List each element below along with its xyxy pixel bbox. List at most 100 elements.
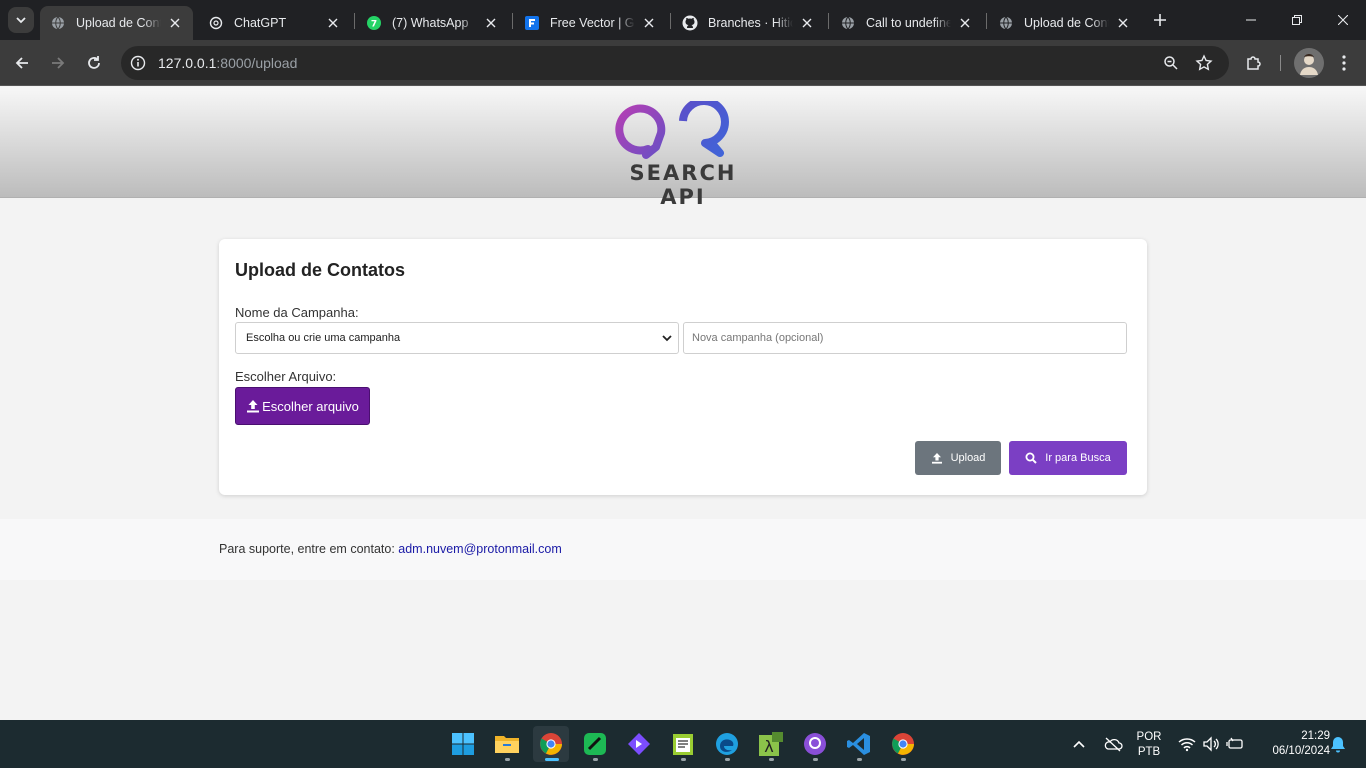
taskbar-lambda-app[interactable]: λ bbox=[753, 726, 789, 762]
new-campaign-input[interactable]: Nova campanha (opcional) bbox=[683, 322, 1127, 354]
close-icon[interactable] bbox=[1115, 15, 1131, 31]
site-header: SEARCH API bbox=[0, 87, 1366, 209]
taskbar-edge[interactable] bbox=[709, 726, 745, 762]
tab-separator bbox=[512, 13, 513, 29]
tab-separator bbox=[986, 13, 987, 29]
taskbar-chrome-profile[interactable] bbox=[885, 726, 921, 762]
language-indicator[interactable]: POR PTB bbox=[1134, 730, 1164, 760]
new-tab-button[interactable] bbox=[1150, 10, 1170, 30]
battery-icon bbox=[1226, 737, 1243, 749]
restore-button[interactable] bbox=[1274, 0, 1320, 40]
onedrive-icon[interactable] bbox=[1103, 736, 1123, 757]
taskbar-vscode[interactable] bbox=[841, 726, 877, 762]
clock-time: 21:29 bbox=[1301, 730, 1330, 742]
minimize-icon bbox=[1246, 19, 1256, 21]
page-title: Upload de Contatos bbox=[235, 260, 405, 280]
svg-text:7: 7 bbox=[371, 20, 377, 30]
taskbar-github-desktop[interactable] bbox=[797, 726, 833, 762]
start-button[interactable] bbox=[445, 726, 481, 762]
clock-date: 06/10/2024 bbox=[1272, 745, 1330, 757]
support-email-link[interactable]: adm.nuvem@protonmail.com bbox=[398, 542, 561, 556]
upload-button[interactable]: Upload bbox=[915, 441, 1001, 475]
tab-call-undefined[interactable]: Call to undefined bbox=[830, 6, 983, 40]
volume-icon bbox=[1203, 736, 1219, 752]
tab-whatsapp[interactable]: 7 (7) WhatsApp bbox=[356, 6, 509, 40]
new-campaign-placeholder: Nova campanha (opcional) bbox=[692, 332, 824, 344]
close-icon[interactable] bbox=[957, 15, 973, 31]
tab-search-button[interactable] bbox=[8, 7, 34, 33]
language-text: POR bbox=[1136, 731, 1162, 743]
choose-file-label: Escolher arquivo bbox=[262, 398, 359, 414]
close-window-button[interactable] bbox=[1320, 0, 1366, 40]
globe-icon bbox=[840, 15, 856, 31]
url-text: 127.0.0.1:8000/upload bbox=[158, 55, 297, 71]
clock[interactable]: 21:29 06/10/2024 bbox=[1254, 729, 1330, 759]
chatgpt-icon bbox=[208, 15, 224, 31]
search-icon bbox=[1025, 452, 1037, 464]
tab-upload-contatos[interactable]: Upload de Contatos bbox=[40, 6, 193, 40]
avatar-icon bbox=[1294, 48, 1324, 78]
puzzle-icon bbox=[1247, 56, 1261, 70]
go-to-search-label: Ir para Busca bbox=[1045, 452, 1111, 464]
close-icon[interactable] bbox=[799, 15, 815, 31]
forward-button[interactable] bbox=[44, 49, 72, 77]
minimize-button[interactable] bbox=[1228, 0, 1274, 40]
keyboard-layout-text: PTB bbox=[1137, 746, 1161, 758]
vscode-icon bbox=[847, 733, 870, 755]
tab-separator bbox=[828, 13, 829, 29]
campaign-select-value: Escolha ou crie uma campanha bbox=[246, 332, 401, 344]
close-icon[interactable] bbox=[483, 15, 499, 31]
green-app-icon bbox=[584, 733, 606, 755]
upload-icon bbox=[931, 453, 942, 464]
taskbar-notepad-app[interactable] bbox=[665, 726, 701, 762]
logo-text: SEARCH API bbox=[629, 161, 737, 209]
reload-icon bbox=[88, 56, 100, 69]
taskbar-purple-app[interactable] bbox=[621, 726, 657, 762]
quick-settings-button[interactable] bbox=[1178, 736, 1244, 752]
back-button[interactable] bbox=[8, 49, 36, 77]
url-host: 127.0.0.1 bbox=[158, 55, 217, 71]
windows-icon bbox=[452, 733, 474, 755]
zoom-icon[interactable] bbox=[1163, 55, 1179, 76]
tab-separator bbox=[354, 13, 355, 29]
tab-title: Upload de Contatos bbox=[1024, 16, 1109, 30]
upload-card: Upload de Contatos Nome da Campanha: Esc… bbox=[219, 239, 1147, 495]
notifications-button[interactable] bbox=[1330, 736, 1346, 758]
tab-free-vector[interactable]: Free Vector | Graphic bbox=[514, 6, 667, 40]
close-icon[interactable] bbox=[325, 15, 341, 31]
campaign-select[interactable]: Escolha ou crie uma campanha bbox=[235, 322, 679, 354]
address-bar[interactable]: 127.0.0.1:8000/upload bbox=[121, 46, 1229, 80]
choose-file-button[interactable]: Escolher arquivo bbox=[235, 387, 370, 425]
chevron-down-icon bbox=[662, 333, 672, 346]
diamond-app-icon bbox=[628, 733, 650, 755]
arrow-left-icon bbox=[15, 57, 28, 69]
close-icon[interactable] bbox=[641, 15, 657, 31]
tab-separator bbox=[670, 13, 671, 29]
arrow-right-icon bbox=[52, 57, 65, 69]
taskbar-chrome[interactable] bbox=[533, 726, 569, 762]
search-api-logo[interactable]: SEARCH API bbox=[612, 97, 754, 209]
chat-bubbles-logo-icon bbox=[615, 97, 729, 159]
tab-chatgpt[interactable]: ChatGPT bbox=[198, 6, 351, 40]
close-icon[interactable] bbox=[167, 15, 183, 31]
support-text: Para suporte, entre em contato: adm.nuve… bbox=[219, 542, 562, 556]
profile-avatar[interactable] bbox=[1294, 48, 1324, 78]
globe-icon bbox=[998, 15, 1014, 31]
reload-button[interactable] bbox=[80, 49, 108, 77]
site-info-icon[interactable] bbox=[130, 55, 146, 76]
show-hidden-icons-button[interactable] bbox=[1072, 737, 1086, 756]
taskbar-green-app[interactable] bbox=[577, 726, 613, 762]
running-indicator bbox=[901, 758, 906, 761]
tab-title: Branches · Hiticon bbox=[708, 16, 793, 30]
wifi-icon bbox=[1178, 738, 1196, 752]
go-to-search-button[interactable]: Ir para Busca bbox=[1009, 441, 1127, 475]
url-path: :8000/upload bbox=[216, 55, 298, 71]
edge-icon bbox=[716, 733, 738, 755]
taskbar-file-explorer[interactable] bbox=[489, 726, 525, 762]
extensions-button[interactable] bbox=[1240, 49, 1268, 77]
tab-upload-contatos-2[interactable]: Upload de Contatos bbox=[988, 6, 1141, 40]
running-indicator bbox=[593, 758, 598, 761]
bookmark-star-icon[interactable] bbox=[1195, 54, 1213, 77]
menu-button[interactable] bbox=[1330, 49, 1358, 77]
tab-branches[interactable]: Branches · Hiticon bbox=[672, 6, 825, 40]
